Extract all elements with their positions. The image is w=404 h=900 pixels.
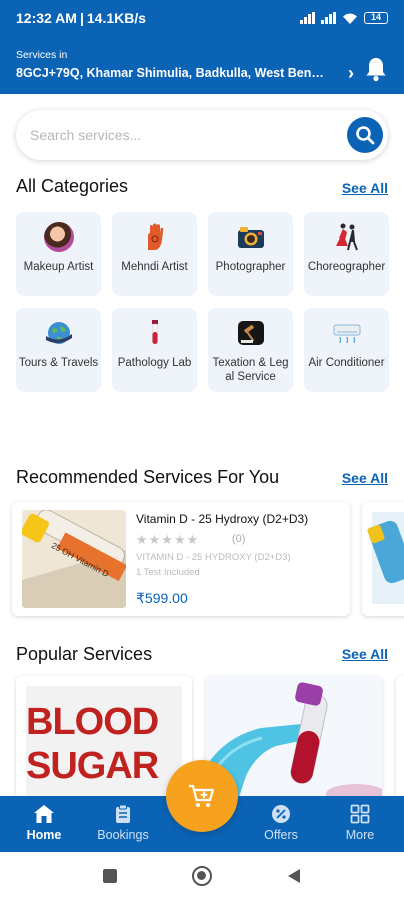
nav-more[interactable]: More <box>320 804 400 842</box>
recommended-title: Recommended Services For You <box>16 467 280 487</box>
home-icon <box>34 805 54 823</box>
search-button[interactable] <box>347 117 383 153</box>
location-header[interactable]: Services in 8GCJ+79Q, Khamar Shimulia, B… <box>0 36 404 94</box>
test-tube-icon <box>151 320 158 345</box>
recommended-service-card-next[interactable] <box>362 502 404 616</box>
search-bar <box>16 110 388 160</box>
popular-service-next[interactable] <box>396 676 404 806</box>
location-caption: Services in <box>16 49 68 61</box>
rating-stars-icon: ★★★★★ <box>136 532 200 547</box>
signal-icon <box>300 12 315 24</box>
signal-icon-2 <box>321 12 336 24</box>
nav-label: Offers <box>264 828 298 842</box>
nav-offers[interactable]: Offers <box>241 804 321 842</box>
category-label: Texation & Legal Service <box>212 357 289 383</box>
nav-label: Home <box>26 828 62 842</box>
vitamin-d-test-image: 25 OH Vitamin D <box>22 510 126 608</box>
cart-button[interactable] <box>166 760 238 832</box>
category-photographer[interactable]: Photographer <box>208 212 293 296</box>
cart-add-icon <box>189 784 215 807</box>
battery-icon: 14 <box>364 12 388 24</box>
legal-service-icon <box>237 321 264 345</box>
status-bar: 12:32 AM | 14.1KB/s 14 <box>0 0 404 36</box>
category-label: Mehndi Artist <box>121 261 188 273</box>
travel-globe-icon <box>45 322 72 344</box>
service-price: ₹599.00 <box>136 590 188 606</box>
air-conditioner-icon <box>333 324 360 344</box>
category-air-conditioner[interactable]: Air Conditioner <box>304 308 389 392</box>
home-system-button[interactable] <box>192 866 212 886</box>
category-grid: Makeup Artist Mehndi Artist Photographer <box>16 212 390 392</box>
dancers-icon <box>335 223 358 251</box>
search-input[interactable] <box>30 110 330 160</box>
category-label: Tours & Travels <box>18 357 99 369</box>
blood-sugar-image-text: BLOOD SUGAR <box>26 701 159 787</box>
popular-service-blood-sugar[interactable]: BLOOD SUGAR <box>16 676 192 806</box>
category-tours-travels[interactable]: Tours & Travels <box>16 308 101 392</box>
popular-title: Popular Services <box>16 644 153 664</box>
nav-home[interactable]: Home <box>4 804 84 842</box>
camera-icon <box>237 227 264 248</box>
app-screen: 12:32 AM | 14.1KB/s 14 Services in 8GCJ+… <box>0 0 404 900</box>
status-net-speed: 14.1KB/s <box>86 10 147 26</box>
chevron-right-icon[interactable]: › <box>348 63 354 84</box>
status-time: 12:32 AM <box>16 10 77 26</box>
tests-included: 1 Test Included <box>136 567 200 578</box>
category-label: Air Conditioner <box>308 357 385 369</box>
nav-bookings[interactable]: Bookings <box>83 804 163 842</box>
category-label: Photographer <box>215 261 286 273</box>
categories-see-all-link[interactable]: See All <box>342 180 388 196</box>
next-service-image <box>367 512 404 604</box>
categories-title: All Categories <box>16 176 129 196</box>
grid-icon <box>350 804 370 824</box>
category-taxation-legal[interactable]: Texation & Legal Service <box>208 308 293 392</box>
back-button-icon[interactable] <box>287 868 301 884</box>
wifi-icon <box>343 13 357 24</box>
category-label: Makeup Artist <box>23 261 94 273</box>
category-pathology-lab[interactable]: Pathology Lab <box>112 308 197 392</box>
category-mehndi-artist[interactable]: Mehndi Artist <box>112 212 197 296</box>
system-navigation-bar <box>0 852 404 900</box>
test-tube-photo: 25 OH Vitamin D <box>22 510 126 608</box>
recommended-service-card[interactable]: 25 OH Vitamin D Vitamin D - 25 Hydroxy (… <box>12 502 350 616</box>
popular-see-all-link[interactable]: See All <box>342 646 388 662</box>
category-makeup-artist[interactable]: Makeup Artist <box>16 212 101 296</box>
makeup-artist-icon <box>43 222 74 252</box>
service-subtitle: VITAMIN D - 25 HYDROXY (D2+D3) <box>136 552 291 563</box>
percent-badge-icon <box>272 805 290 823</box>
nav-label: Bookings <box>97 828 149 842</box>
clipboard-icon <box>116 804 130 823</box>
nav-label: More <box>345 828 375 842</box>
rating-count: (0) <box>232 533 246 545</box>
category-choreographer[interactable]: Choreographer <box>304 212 389 296</box>
recents-button[interactable] <box>103 869 117 883</box>
notification-bell-icon[interactable] <box>364 56 388 82</box>
category-label: Choreographer <box>307 261 386 273</box>
mehndi-hand-icon <box>147 223 163 250</box>
service-title: Vitamin D - 25 Hydroxy (D2+D3) <box>136 512 309 526</box>
search-icon <box>356 126 375 145</box>
recommended-see-all-link[interactable]: See All <box>342 470 388 486</box>
location-address[interactable]: 8GCJ+79Q, Khamar Shimulia, Badkulla, Wes… <box>16 66 326 80</box>
category-label: Pathology Lab <box>117 357 192 369</box>
